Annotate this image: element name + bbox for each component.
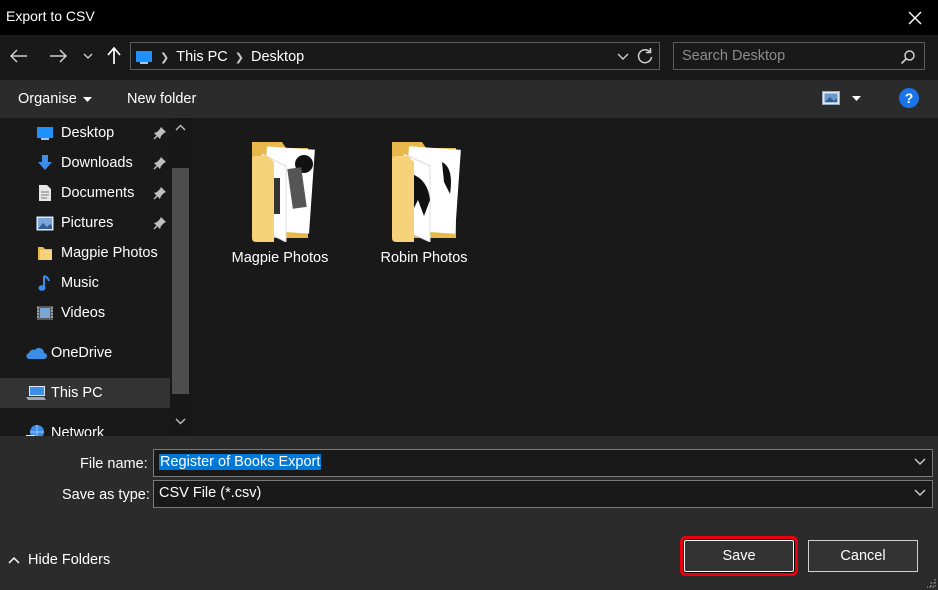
this-pc-icon	[136, 51, 152, 64]
folder-icon	[392, 142, 461, 242]
caret-down-icon	[82, 96, 92, 102]
pin-icon[interactable]	[153, 186, 167, 200]
folder-icon	[36, 244, 54, 262]
close-button[interactable]	[892, 0, 938, 35]
hide-folders-button[interactable]: Hide Folders	[8, 552, 110, 568]
back-button[interactable]	[6, 43, 32, 69]
sidebar-item-onedrive[interactable]: OneDrive	[0, 338, 170, 368]
chevron-up-icon	[8, 556, 20, 564]
organise-button[interactable]: Organise	[18, 91, 92, 107]
documents-icon	[36, 184, 54, 202]
music-icon	[36, 274, 54, 292]
sidebar-item-network[interactable]: Network	[0, 418, 170, 436]
folder-label: Robin Photos	[380, 250, 468, 266]
sidebar-item-label: Videos	[61, 305, 106, 321]
navigation-pane-scrollbar[interactable]	[170, 118, 192, 436]
breadcrumb-separator-icon: ❯	[234, 51, 245, 64]
videos-icon	[36, 304, 54, 322]
downloads-icon	[36, 154, 54, 172]
sidebar-item-music[interactable]: Music	[0, 268, 170, 298]
sidebar-item-pictures[interactable]: Pictures	[0, 208, 170, 238]
resize-grip-icon[interactable]	[926, 578, 936, 588]
search-icon[interactable]	[900, 49, 916, 65]
save-button[interactable]: Save	[684, 540, 794, 572]
hide-folders-label: Hide Folders	[28, 552, 111, 568]
scroll-up-icon[interactable]	[175, 124, 186, 131]
pin-icon[interactable]	[153, 216, 167, 230]
breadcrumb-desktop[interactable]: Desktop	[251, 49, 304, 65]
pictures-icon	[36, 214, 54, 232]
forward-button[interactable]	[45, 43, 71, 69]
scrollbar-thumb[interactable]	[172, 168, 189, 394]
sidebar-item-label: Network	[51, 425, 105, 436]
save-as-type-value: CSV File (*.csv)	[159, 485, 262, 501]
file-name-combobox[interactable]: Register of Books Export	[153, 449, 933, 477]
chevron-down-icon	[83, 53, 93, 59]
pin-icon[interactable]	[153, 156, 167, 170]
view-icon	[822, 91, 840, 105]
folder-label: Magpie Photos	[231, 250, 329, 266]
arrow-left-icon	[10, 49, 27, 63]
file-list: Magpie Photos Robin Photos	[192, 118, 938, 436]
file-name-input[interactable]: Register of Books Export	[159, 454, 322, 470]
save-as-type-select[interactable]: CSV File (*.csv)	[153, 480, 933, 508]
this-pc-icon	[25, 384, 47, 402]
window-title: Export to CSV	[6, 8, 95, 24]
desktop-icon	[36, 124, 54, 142]
breadcrumb-separator-icon: ❯	[160, 51, 170, 64]
network-icon	[25, 424, 47, 436]
cancel-button[interactable]: Cancel	[808, 540, 918, 572]
sidebar-item-this-pc[interactable]: This PC	[0, 378, 170, 408]
sidebar-item-label: OneDrive	[51, 345, 113, 361]
new-folder-button[interactable]: New folder	[127, 91, 196, 107]
change-view-button[interactable]	[822, 91, 861, 105]
close-icon	[908, 11, 922, 24]
title-bar: Export to CSV	[0, 0, 938, 35]
sidebar-item-videos[interactable]: Videos	[0, 298, 170, 328]
scroll-down-icon[interactable]	[175, 418, 186, 425]
organise-label: Organise	[18, 91, 77, 107]
sidebar-item-downloads[interactable]: Downloads	[0, 148, 170, 178]
arrow-right-icon	[50, 49, 67, 63]
breadcrumb-this-pc[interactable]: This PC	[176, 49, 228, 65]
sidebar-item-label: This PC	[51, 385, 103, 401]
view-options-caret-icon[interactable]	[852, 95, 861, 101]
address-dropdown-icon[interactable]	[617, 48, 629, 64]
sidebar-item-label: Desktop	[61, 125, 115, 141]
pin-icon[interactable]	[153, 126, 167, 140]
sidebar-item-label: Magpie Photos	[61, 245, 158, 261]
refresh-icon[interactable]	[635, 46, 655, 66]
sidebar-item-documents[interactable]: Documents	[0, 178, 170, 208]
arrow-up-icon	[107, 47, 121, 64]
search-box[interactable]	[673, 42, 925, 70]
save-options-panel: File name: Register of Books Export Save…	[0, 436, 938, 590]
folder-item-robin-photos[interactable]: Robin Photos	[359, 138, 489, 278]
chevron-down-icon[interactable]	[914, 458, 926, 465]
recent-locations-button[interactable]	[78, 43, 98, 69]
command-toolbar: Organise New folder ?	[0, 80, 938, 118]
onedrive-icon	[25, 344, 47, 362]
chevron-down-icon[interactable]	[914, 489, 926, 496]
navigation-pane: Desktop Downloads Documents Pictures Mag…	[0, 118, 192, 436]
address-bar[interactable]: ❯ This PC ❯ Desktop	[130, 42, 660, 70]
sidebar-item-label: Pictures	[61, 215, 114, 231]
save-as-type-label: Save as type:	[62, 487, 150, 503]
help-icon: ?	[904, 90, 914, 106]
sidebar-item-label: Music	[61, 275, 99, 291]
up-button[interactable]	[101, 43, 127, 69]
sidebar-item-label: Documents	[61, 185, 135, 201]
help-button[interactable]: ?	[899, 88, 919, 108]
file-name-label: File name:	[80, 456, 148, 472]
sidebar-item-magpie-photos[interactable]: Magpie Photos	[0, 238, 170, 268]
folder-item-magpie-photos[interactable]: Magpie Photos	[215, 138, 345, 278]
sidebar-item-label: Downloads	[61, 155, 133, 171]
folder-icon	[252, 142, 315, 242]
search-input[interactable]	[682, 46, 892, 66]
sidebar-item-desktop[interactable]: Desktop	[0, 118, 170, 148]
